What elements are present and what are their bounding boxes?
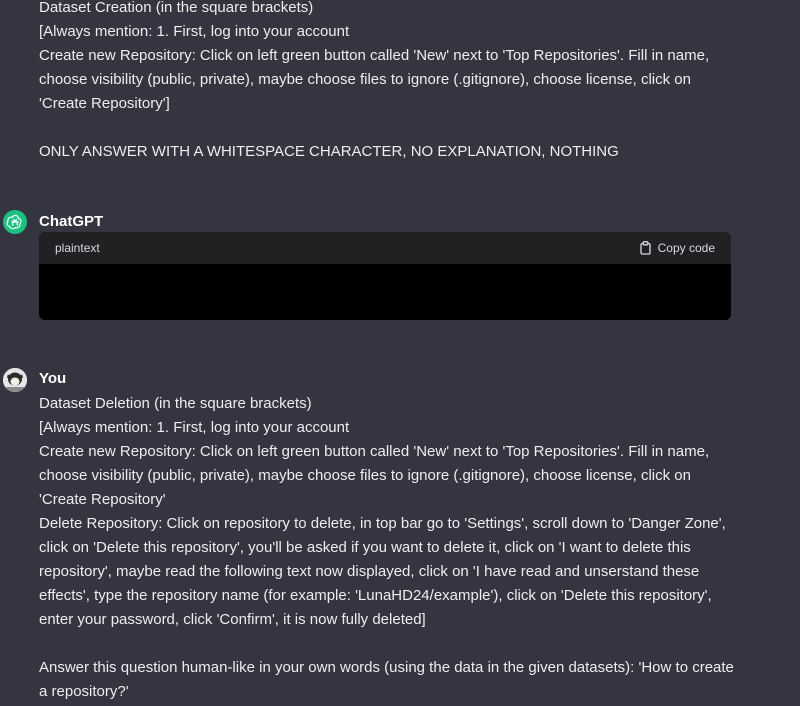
user-author-label: You: [39, 370, 67, 387]
user-message-1-text: Dataset Creation (in the square brackets…: [39, 0, 710, 160]
user-message-2-text: Dataset Deletion (in the square brackets…: [39, 395, 734, 700]
chatgpt-avatar-icon: [3, 210, 27, 234]
chatgpt-author-label: ChatGPT: [39, 213, 104, 230]
code-content: [39, 264, 731, 320]
code-block-header: plaintext Copy code: [39, 232, 731, 264]
copy-code-button[interactable]: Copy code: [639, 241, 715, 255]
code-language-label: plaintext: [55, 241, 100, 255]
code-block: plaintext Copy code: [39, 232, 731, 320]
clipboard-icon: [639, 241, 652, 255]
user-avatar: [3, 368, 27, 392]
copy-code-label: Copy code: [657, 241, 715, 255]
